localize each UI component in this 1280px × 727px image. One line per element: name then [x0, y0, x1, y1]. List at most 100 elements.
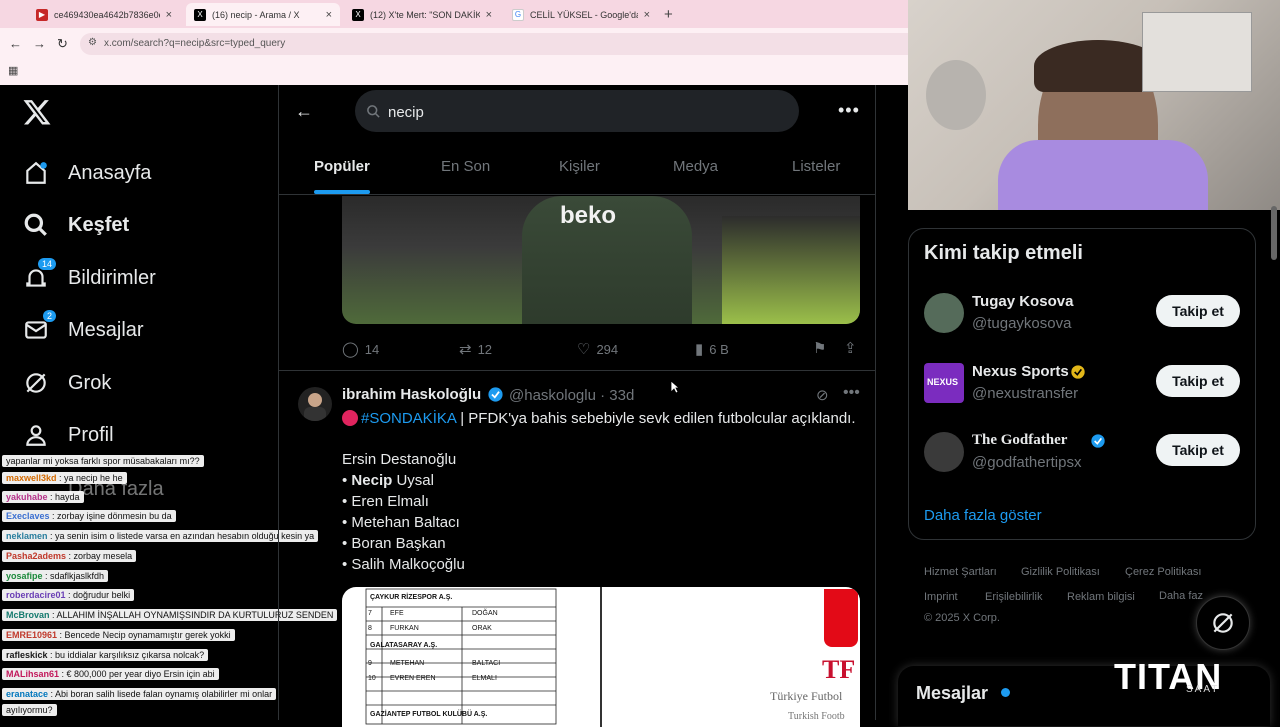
- show-more-link[interactable]: Daha fazla göster: [924, 507, 1042, 524]
- browser-tab-3[interactable]: X (12) X'te Mert: "SON DAKİKA ×: [344, 3, 500, 26]
- like-button[interactable]: ♡ 294: [577, 340, 618, 358]
- forward-arrow-icon[interactable]: →: [33, 36, 46, 51]
- pdf-icon: ▶: [36, 8, 48, 21]
- tab-media[interactable]: Medya: [673, 158, 718, 175]
- grok-icon[interactable]: ⊘: [816, 386, 829, 404]
- more-options-icon[interactable]: •••: [838, 100, 860, 121]
- tab-people[interactable]: Kişiler: [559, 158, 600, 175]
- federation-name-en: Turkish Footb: [788, 711, 845, 722]
- new-tab-button[interactable]: +: [664, 6, 673, 23]
- search-query[interactable]: necip: [388, 104, 424, 121]
- back-arrow-icon[interactable]: ←: [295, 101, 313, 122]
- follow-user-handle: @nexustransfer: [972, 385, 1079, 402]
- tab-lists[interactable]: Listeler: [792, 158, 840, 175]
- browser-tab-4[interactable]: G CELİL YÜKSEL - Google'da Ara ×: [504, 3, 658, 26]
- tweet-list-item: • Eren Elmalı: [342, 493, 429, 510]
- avatar[interactable]: [924, 293, 964, 333]
- follow-user-handle: @godfathertipsx: [972, 454, 1082, 471]
- chat-message: yosafipe : sdaflkjaslkfdh: [2, 570, 109, 582]
- person-icon: [22, 421, 50, 449]
- bell-icon: 14: [22, 258, 56, 292]
- tweet-photo[interactable]: beko: [342, 196, 860, 324]
- browser-tab-2[interactable]: X (16) necip - Arama / X ×: [186, 3, 340, 26]
- follow-suggestion[interactable]: Tugay Kosova @tugaykosova Takip et: [924, 293, 1244, 337]
- url-text: x.com/search?q=necip&src=typed_query: [104, 38, 286, 49]
- message-badge: 2: [42, 310, 56, 322]
- tweet-text: #SONDAKİKA | PFDK'ya bahis sebebiyle sev…: [342, 410, 856, 427]
- sidebar-item-label: Bildirimler: [68, 266, 156, 289]
- follow-suggestion[interactable]: NEXUS Nexus Sports @nexustransfer Takip …: [924, 363, 1244, 407]
- sidebar-item-grok[interactable]: Grok: [22, 368, 111, 398]
- more-options-icon[interactable]: •••: [843, 384, 860, 402]
- mail-icon: 2: [22, 310, 56, 344]
- reload-icon[interactable]: ↻: [57, 36, 68, 52]
- reply-button[interactable]: ◯ 14: [342, 340, 379, 358]
- follow-user-name[interactable]: Nexus Sports: [972, 363, 1069, 380]
- footer-link[interactable]: Gizlilik Politikası: [1021, 566, 1100, 578]
- unread-dot: [1001, 688, 1010, 697]
- follow-user-name[interactable]: The Godfather: [972, 432, 1067, 449]
- tweet-author-handle[interactable]: @haskologlu · 33d: [509, 387, 634, 404]
- footer-link[interactable]: Imprint: [924, 591, 958, 603]
- follow-button[interactable]: Takip et: [1156, 365, 1240, 397]
- doc-table-lines: [365, 588, 557, 725]
- follow-suggestion[interactable]: The Godfather @godfathertipsx Takip et: [924, 432, 1244, 476]
- mouse-pointer-icon: [670, 380, 680, 394]
- bookmark-icon[interactable]: ⚑: [813, 339, 826, 357]
- sidebar-item-label: Keşfet: [68, 213, 130, 236]
- avatar[interactable]: [924, 432, 964, 472]
- chat-message: Execlaves : zorbay işine dönmesin bu da: [2, 510, 176, 522]
- sidebar-item-label: Grok: [68, 371, 112, 394]
- tab-divider: [278, 194, 876, 195]
- close-icon[interactable]: ×: [166, 9, 172, 21]
- tab-popular[interactable]: Popüler: [314, 158, 370, 175]
- browser-tab-1[interactable]: ▶ ce469430ea4642b7836e0efdd0... ×: [28, 3, 180, 26]
- avatar[interactable]: [298, 387, 332, 421]
- retweet-button[interactable]: ⇄ 12: [459, 340, 492, 358]
- follow-button[interactable]: Takip et: [1156, 434, 1240, 466]
- verified-badge-icon: [1091, 434, 1105, 448]
- chat-message: yakuhabe : hayda: [2, 491, 84, 503]
- back-arrow-icon[interactable]: ←: [9, 36, 22, 51]
- titan-watermark-sub: SAAT: [1186, 684, 1220, 695]
- sidebar-item-profile[interactable]: Profil: [22, 420, 114, 450]
- x-logo-icon[interactable]: [22, 97, 52, 127]
- tweet-list-item: • Necip Uysal: [342, 472, 434, 489]
- close-icon[interactable]: ×: [644, 9, 650, 21]
- footer-link[interactable]: Erişilebilirlik: [985, 591, 1042, 603]
- chat-message: EMRE10961 : Bencede Necip oynamamıştır g…: [2, 629, 235, 641]
- tab-latest[interactable]: En Son: [441, 158, 490, 175]
- share-icon[interactable]: ⇪: [844, 339, 857, 357]
- tweet-document-image[interactable]: ÇAYKUR RİZESPOR A.Ş. 7 EFE DOĞAN 8 FURKA…: [342, 587, 860, 727]
- views-button[interactable]: ▮ 6 B: [695, 340, 729, 358]
- federation-name: Türkiye Futbol: [770, 689, 843, 703]
- apps-grid-icon[interactable]: ▦: [8, 64, 18, 77]
- tweet-list-item: • Boran Başkan: [342, 535, 446, 552]
- close-icon[interactable]: ×: [326, 9, 332, 21]
- follow-button[interactable]: Takip et: [1156, 295, 1240, 327]
- messages-drawer-title[interactable]: Mesajlar: [916, 683, 988, 704]
- footer-link[interactable]: Çerez Politikası: [1125, 566, 1201, 578]
- sidebar-item-notifications[interactable]: 14 Bildirimler: [22, 258, 156, 293]
- search-icon: [22, 211, 50, 239]
- site-info-icon[interactable]: ⚙: [88, 37, 97, 48]
- verified-badge-icon: [1071, 365, 1085, 379]
- close-icon[interactable]: ×: [486, 9, 492, 21]
- grok-floating-button[interactable]: [1196, 596, 1250, 650]
- chat-message: maxwell3kd : ya necip he he: [2, 472, 127, 484]
- sidebar-item-label: Profil: [68, 423, 114, 446]
- footer-link[interactable]: Reklam bilgisi: [1067, 591, 1135, 603]
- scrollbar[interactable]: [1271, 206, 1277, 260]
- sidebar-item-explore[interactable]: Keşfet: [22, 210, 129, 240]
- sidebar-item-messages[interactable]: 2 Mesajlar: [22, 310, 144, 345]
- home-icon: [22, 159, 50, 187]
- footer-link[interactable]: Hizmet Şartları: [924, 566, 997, 578]
- hashtag-link[interactable]: #SONDAKİKA: [361, 410, 456, 427]
- chat-message: ayılıyormu?: [2, 704, 57, 716]
- footer-link[interactable]: Daha faz: [1159, 590, 1203, 602]
- follow-user-name[interactable]: Tugay Kosova: [972, 293, 1073, 310]
- tweet-author-name[interactable]: ibrahim Haskoloğlu: [342, 386, 481, 403]
- sidebar-item-home[interactable]: Anasayfa: [22, 158, 151, 188]
- avatar[interactable]: NEXUS: [924, 363, 964, 403]
- tab-bar: ▶ ce469430ea4642b7836e0efdd0... × X (16)…: [0, 0, 908, 28]
